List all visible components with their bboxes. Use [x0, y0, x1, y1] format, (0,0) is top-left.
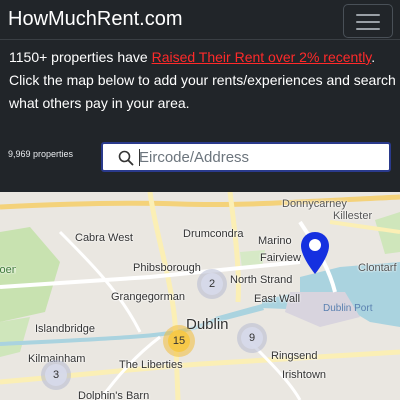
map-label-drumcondra: Drumcondra [183, 228, 244, 240]
map-label-dublin-port: Dublin Port [323, 303, 373, 314]
map-label-marino: Marino [258, 235, 292, 247]
cluster-count: 9 [241, 327, 263, 349]
map-label-clontarf: Clontarf [358, 262, 397, 274]
cluster-count: 15 [168, 330, 190, 352]
map[interactable]: Donnycarney Killester Cabra West Drumcon… [0, 192, 400, 400]
map-label-the-liberties: The Liberties [119, 359, 183, 371]
map-label-east-wall: East Wall [254, 293, 301, 305]
rent-notice: 1150+ properties have Raised Their Rent … [9, 46, 397, 115]
map-cluster-3[interactable]: 3 [41, 360, 71, 390]
map-label-ringsend: Ringsend [271, 350, 318, 362]
map-label-cabra-west: Cabra West [75, 232, 133, 244]
property-count: 9,969 properties [8, 149, 74, 159]
map-cluster-2[interactable]: 2 [197, 269, 227, 299]
map-label-phibsborough: Phibsborough [133, 262, 201, 274]
map-label-islandbridge: Islandbridge [35, 323, 95, 335]
cluster-count: 2 [201, 273, 223, 295]
map-label-donnycarney: Donnycarney [282, 198, 347, 210]
map-label-killester: Killester [333, 210, 373, 222]
map-cluster-15[interactable]: 15 [163, 325, 195, 357]
search-box[interactable] [101, 142, 391, 172]
map-label-fairview: Fairview [260, 252, 301, 264]
notice-prefix: 1150+ properties have [9, 49, 152, 65]
navbar: HowMuchRent.com [0, 0, 400, 40]
text-caret [139, 149, 140, 166]
map-label-dolphins-barn: Dolphin's Barn [78, 390, 150, 400]
map-label-irishtown: Irishtown [282, 369, 327, 381]
search-icon [118, 150, 134, 166]
map-label-phoenix-park: Phoenix Park [0, 264, 16, 276]
menu-toggle-button[interactable] [343, 4, 393, 38]
map-cluster-9[interactable]: 9 [237, 323, 267, 353]
cluster-count: 3 [45, 364, 67, 386]
map-label-dublin: Dublin [186, 316, 229, 333]
search-input[interactable] [139, 146, 379, 168]
map-pin-icon[interactable] [300, 231, 330, 275]
brand-logo[interactable]: HowMuchRent.com [8, 8, 183, 31]
map-label-grangegorman: Grangegorman [111, 291, 185, 303]
map-label-north-strand: North Strand [230, 274, 293, 286]
raised-rent-link[interactable]: Raised Their Rent over 2% recently [152, 49, 372, 65]
